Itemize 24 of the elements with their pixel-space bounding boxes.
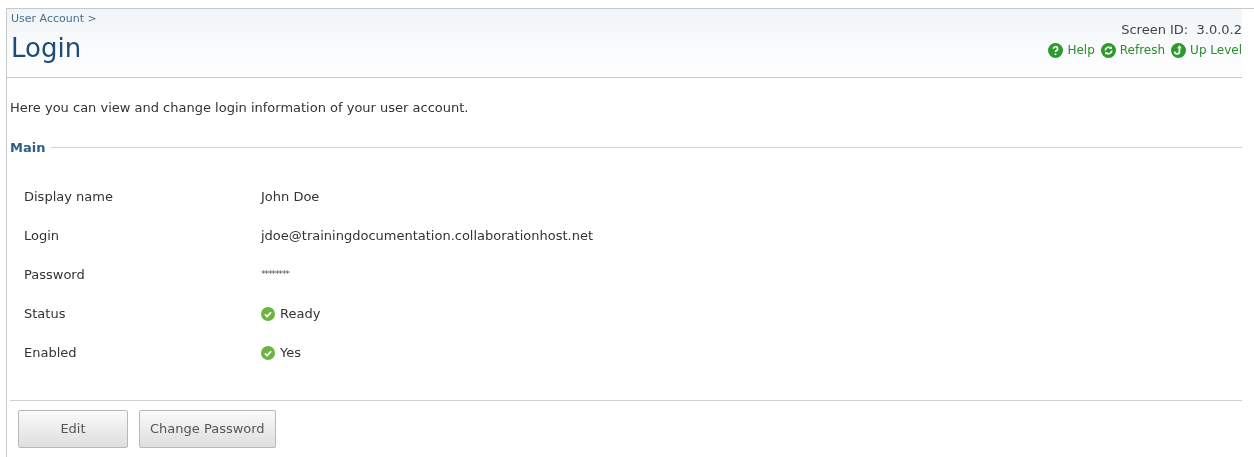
field-label: Status [24, 304, 67, 323]
header-link[interactable]: Up Level [1171, 41, 1242, 59]
action-button[interactable]: Change Password [139, 410, 276, 448]
description-text: Here you can view and change login information of your user account. [10, 99, 470, 117]
help-icon [1048, 42, 1064, 58]
header-link[interactable]: Refresh [1100, 41, 1166, 59]
check-icon [261, 306, 275, 321]
status-value: Ready [280, 304, 321, 323]
refresh-icon [1100, 42, 1116, 58]
header-link[interactable]: Help [1048, 41, 1095, 59]
field-label: Display name [24, 187, 114, 206]
breadcrumb-link[interactable]: User Account > [11, 11, 97, 27]
password-value: ******** [261, 267, 289, 281]
field-label: Login [24, 226, 61, 245]
status-value: Yes [280, 343, 301, 362]
page-title: Login [11, 32, 83, 65]
action-button[interactable]: Edit [18, 410, 128, 448]
check-icon [261, 345, 275, 360]
field-value: John Doe [261, 187, 320, 206]
field-value: jdoe@trainingdocumentation.collaborationhost.net [261, 226, 593, 245]
screen-id: Screen ID: 3.0.0.2 [1121, 21, 1242, 39]
field-label: Enabled [24, 343, 78, 362]
section-title: Main [10, 138, 46, 157]
field-label: Password [24, 265, 86, 284]
